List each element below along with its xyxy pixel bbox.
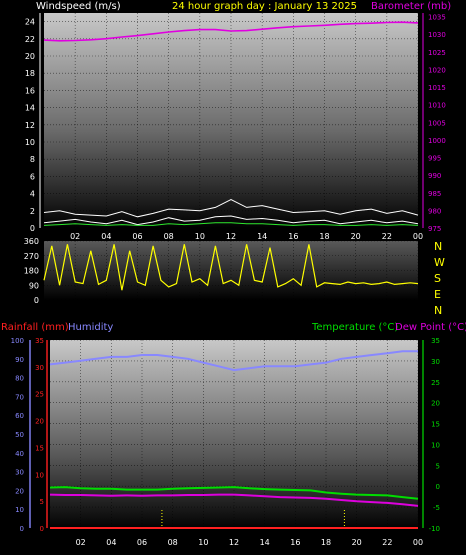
temperature-tick-label: 10 bbox=[431, 441, 440, 449]
direction-tick-label: 270 bbox=[24, 252, 39, 261]
humidity-tick-label: 0 bbox=[20, 525, 24, 533]
x-tick-label: 20 bbox=[351, 232, 361, 241]
humidity-tick-label: 70 bbox=[15, 393, 24, 401]
direction-tick-label: 360 bbox=[24, 237, 39, 246]
baro-axis-title: Barometer (mb) bbox=[371, 1, 451, 12]
panel-wind-baro bbox=[44, 13, 418, 228]
right-tick-label: 1025 bbox=[428, 49, 446, 57]
right-tick-label: 1015 bbox=[428, 84, 446, 92]
temperature-tick-label: 35 bbox=[431, 337, 440, 345]
x-tick-label: 18 bbox=[319, 232, 329, 241]
right-tick-label: 1005 bbox=[428, 119, 446, 127]
x-tick-label: 14 bbox=[257, 232, 267, 241]
x-tick-label: 06 bbox=[137, 538, 147, 547]
left-tick-label: 0 bbox=[30, 224, 35, 233]
temperature-tick-label: -10 bbox=[429, 525, 440, 533]
x-tick-label: 00 bbox=[413, 232, 423, 241]
direction-tick-label: 180 bbox=[24, 267, 39, 276]
compass-label-e: E bbox=[434, 288, 441, 301]
right-tick-label: 1010 bbox=[428, 102, 446, 110]
left-tick-label: 4 bbox=[30, 190, 35, 199]
x-tick-label: 18 bbox=[321, 538, 331, 547]
left-tick-label: 20 bbox=[25, 52, 35, 61]
rain-tick-label: 35 bbox=[35, 337, 44, 345]
rain-tick-label: 10 bbox=[35, 471, 44, 479]
x-tick-label: 16 bbox=[290, 538, 300, 547]
humidity-tick-label: 80 bbox=[15, 375, 24, 383]
temperature-axis-title: Temperature (°C) bbox=[311, 322, 398, 333]
x-tick-label: 12 bbox=[229, 538, 239, 547]
x-tick-label: 22 bbox=[382, 538, 392, 547]
humidity-tick-label: 50 bbox=[15, 431, 24, 439]
left-tick-label: 10 bbox=[25, 138, 35, 147]
left-tick-label: 16 bbox=[25, 86, 35, 95]
right-tick-label: 1035 bbox=[428, 14, 446, 22]
right-tick-label: 985 bbox=[428, 190, 441, 198]
rain-tick-label: 15 bbox=[35, 444, 44, 452]
rain-tick-label: 30 bbox=[35, 364, 44, 372]
x-tick-label: 08 bbox=[168, 538, 178, 547]
x-tick-label: 12 bbox=[226, 232, 236, 241]
right-tick-label: 1020 bbox=[428, 66, 446, 74]
humidity-tick-label: 30 bbox=[15, 469, 24, 477]
temperature-tick-label: 20 bbox=[431, 400, 440, 408]
x-tick-label: 04 bbox=[106, 538, 116, 547]
humidity-tick-label: 20 bbox=[15, 487, 24, 495]
temperature-tick-label: 15 bbox=[431, 421, 440, 429]
x-tick-label: 14 bbox=[260, 538, 270, 547]
humidity-tick-label: 60 bbox=[15, 412, 24, 420]
x-tick-label: 06 bbox=[132, 232, 142, 241]
temperature-tick-label: 0 bbox=[436, 483, 440, 491]
x-tick-label: 02 bbox=[70, 232, 80, 241]
right-tick-label: 1000 bbox=[428, 137, 446, 145]
left-tick-label: 24 bbox=[25, 18, 35, 27]
x-tick-label: 10 bbox=[195, 232, 205, 241]
x-tick-label: 16 bbox=[288, 232, 298, 241]
compass-label-n-bottom: N bbox=[434, 304, 442, 317]
x-tick-label: 20 bbox=[352, 538, 362, 547]
humidity-tick-label: 10 bbox=[15, 506, 24, 514]
compass-label-s: S bbox=[434, 272, 441, 285]
dewpoint-axis-title: Dew Point (°C) bbox=[395, 322, 466, 333]
right-tick-label: 975 bbox=[428, 225, 441, 233]
left-tick-label: 8 bbox=[30, 155, 35, 164]
x-tick-label: 08 bbox=[164, 232, 174, 241]
rain-tick-label: 0 bbox=[40, 525, 44, 533]
x-tick-label: 22 bbox=[382, 232, 392, 241]
x-tick-label: 04 bbox=[101, 232, 111, 241]
left-tick-label: 2 bbox=[30, 207, 35, 216]
left-tick-label: 18 bbox=[25, 69, 35, 78]
rain-tick-label: 5 bbox=[40, 498, 44, 506]
right-tick-label: 1030 bbox=[428, 31, 446, 39]
temperature-tick-label: 30 bbox=[431, 358, 440, 366]
direction-tick-label: 0 bbox=[34, 296, 39, 305]
x-tick-label: 00 bbox=[413, 538, 423, 547]
left-tick-label: 22 bbox=[25, 35, 35, 44]
temperature-tick-label: 25 bbox=[431, 379, 440, 387]
compass-label-w: W bbox=[434, 256, 445, 269]
rain-axis-title: Rainfall (mm) bbox=[1, 322, 69, 333]
humidity-axis-title: Humidity bbox=[68, 322, 113, 333]
direction-tick-label: 90 bbox=[29, 281, 39, 290]
weather-graph: Windspeed (m/s) 24 hour graph day : Janu… bbox=[1, 1, 466, 547]
right-tick-label: 995 bbox=[428, 155, 441, 163]
temperature-tick-label: 5 bbox=[436, 462, 440, 470]
temperature-tick-label: -5 bbox=[433, 504, 440, 512]
rain-tick-label: 20 bbox=[35, 418, 44, 426]
rain-tick-label: 25 bbox=[35, 391, 44, 399]
left-tick-label: 12 bbox=[25, 121, 35, 130]
x-tick-label: 10 bbox=[198, 538, 208, 547]
left-tick-label: 6 bbox=[30, 172, 35, 181]
compass-label-n-top: N bbox=[434, 240, 442, 253]
humidity-tick-label: 90 bbox=[15, 356, 24, 364]
wind-axis-title: Windspeed (m/s) bbox=[36, 1, 121, 12]
humidity-tick-label: 40 bbox=[15, 450, 24, 458]
right-tick-label: 980 bbox=[428, 207, 441, 215]
right-tick-label: 990 bbox=[428, 172, 441, 180]
humidity-tick-label: 100 bbox=[11, 337, 24, 345]
x-tick-label: 02 bbox=[76, 538, 86, 547]
graph-title: 24 hour graph day : January 13 2025 bbox=[172, 1, 357, 12]
left-tick-label: 14 bbox=[25, 104, 35, 113]
